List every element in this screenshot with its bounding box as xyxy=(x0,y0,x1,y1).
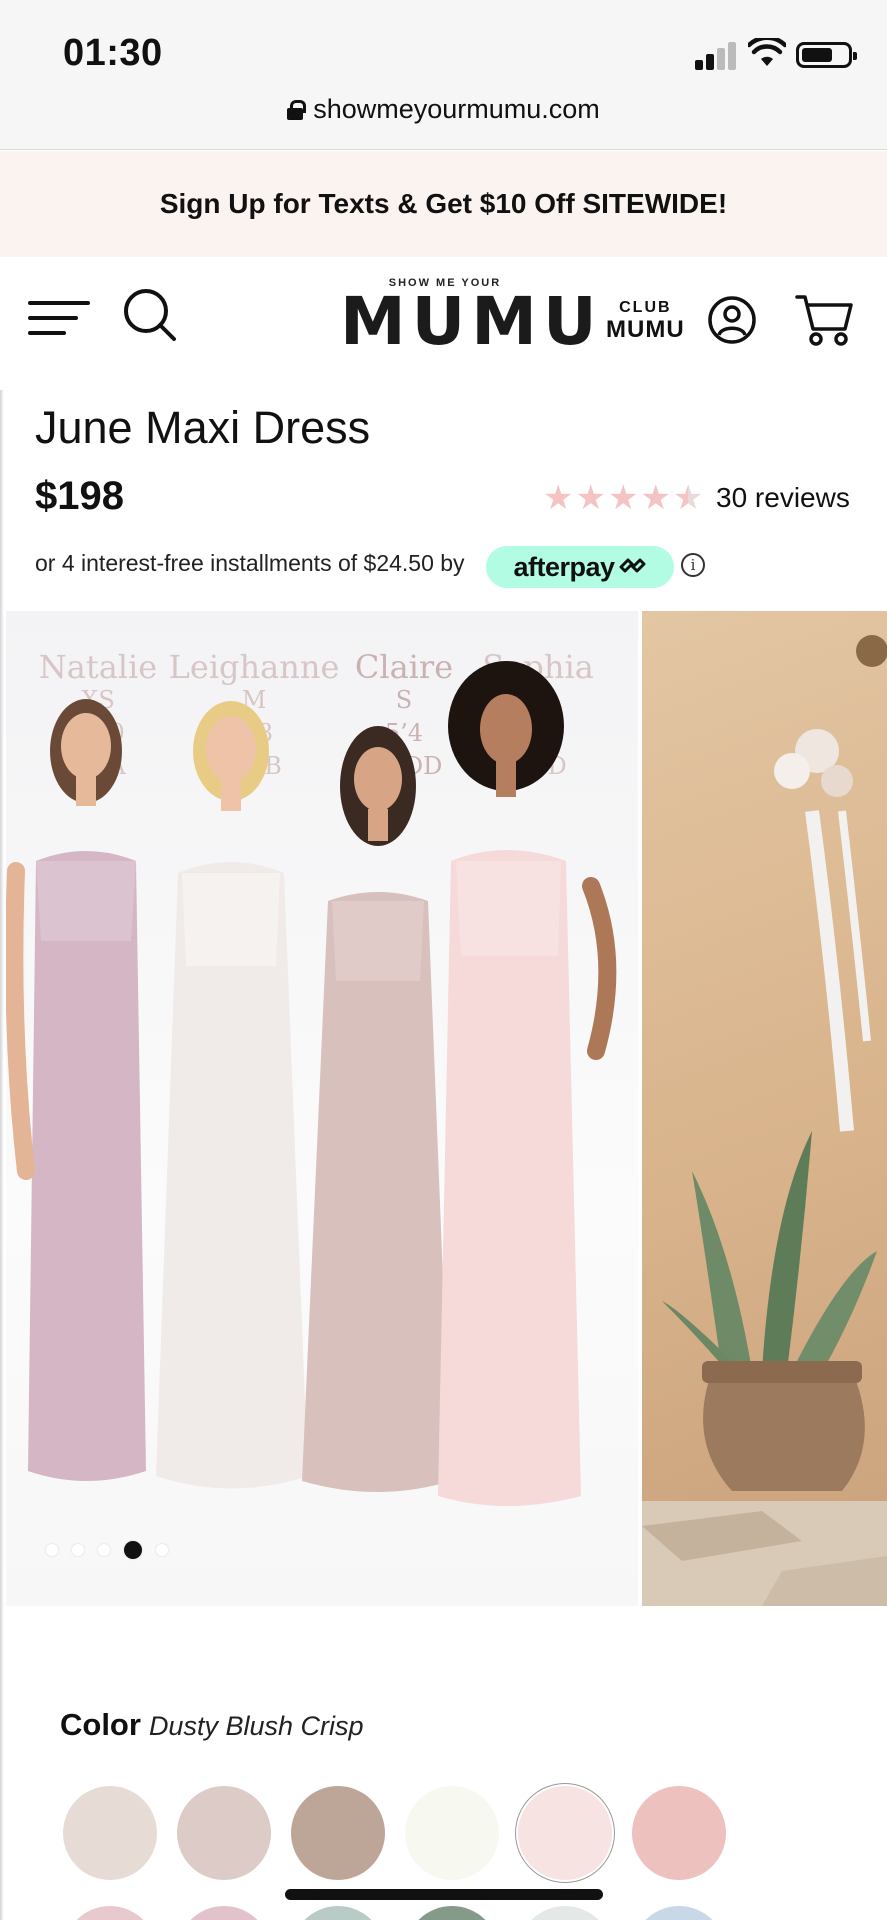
color-swatch[interactable] xyxy=(518,1906,612,1920)
color-swatch[interactable] xyxy=(63,1786,157,1880)
pagination-dot[interactable] xyxy=(98,1544,110,1556)
star-icon: ★ xyxy=(640,479,671,517)
battery-icon xyxy=(796,42,857,68)
lock-icon xyxy=(287,100,307,120)
pagination-dot[interactable] xyxy=(156,1544,168,1556)
club-mumu-link[interactable]: CLUB MUMU xyxy=(606,297,685,343)
status-bar: 01:30 showmeyourmumu.com xyxy=(0,0,887,150)
color-swatch[interactable] xyxy=(177,1786,271,1880)
star-icon: ★ xyxy=(543,479,574,517)
gallery-pagination[interactable] xyxy=(46,1541,168,1559)
site-header: SHOW ME YOUR MUMU CLUB MUMU xyxy=(0,257,887,387)
product-gallery[interactable]: Natalie XS 5’10 32 A Leighanne M 5’8 34 … xyxy=(0,611,887,1606)
rating-stars[interactable]: ★ ★ ★ ★ ★ xyxy=(543,480,703,516)
signal-icon xyxy=(695,40,736,70)
color-swatch[interactable] xyxy=(291,1906,385,1920)
color-swatch[interactable] xyxy=(405,1906,499,1920)
account-icon[interactable] xyxy=(707,295,757,345)
status-time: 01:30 xyxy=(63,32,163,74)
color-swatch[interactable] xyxy=(632,1906,726,1920)
half-star-icon: ★ xyxy=(672,479,704,517)
installments-text: or 4 interest-free installments of $24.5… xyxy=(35,550,465,576)
afterpay-logo-icon xyxy=(619,558,646,573)
wifi-icon xyxy=(748,38,786,66)
outdoor-photo xyxy=(642,635,887,1606)
address-bar[interactable]: showmeyourmumu.com xyxy=(0,94,887,125)
product-price: $198 xyxy=(35,474,124,518)
models-photo xyxy=(6,661,617,1506)
search-icon[interactable] xyxy=(122,287,178,343)
gallery-slide-active[interactable]: Natalie XS 5’10 32 A Leighanne M 5’8 34 … xyxy=(6,611,638,1606)
site-logo[interactable]: SHOW ME YOUR MUMU xyxy=(340,277,603,360)
menu-icon[interactable] xyxy=(28,295,90,341)
url-text: showmeyourmumu.com xyxy=(313,94,600,124)
afterpay-badge[interactable]: afterpay xyxy=(486,546,674,588)
color-swatch[interactable] xyxy=(405,1786,499,1880)
cart-icon[interactable] xyxy=(795,293,853,347)
star-icon: ★ xyxy=(607,479,639,517)
product-title: June Maxi Dress xyxy=(35,402,371,453)
pagination-dot[interactable] xyxy=(72,1544,84,1556)
reviews-link[interactable]: 30 reviews xyxy=(716,482,850,514)
color-swatch[interactable] xyxy=(291,1786,385,1880)
color-swatch[interactable] xyxy=(518,1786,612,1880)
promo-text: Sign Up for Texts & Get $10 Off SITEWIDE… xyxy=(159,188,728,219)
color-label: Color xyxy=(60,1707,141,1742)
color-swatch[interactable] xyxy=(632,1786,726,1880)
promo-banner[interactable]: Sign Up for Texts & Get $10 Off SITEWIDE… xyxy=(0,151,887,257)
gallery-slide-next[interactable] xyxy=(642,611,887,1606)
color-selector-header: Color Dusty Blush Crisp xyxy=(60,1707,364,1743)
home-indicator xyxy=(285,1889,603,1900)
color-swatch[interactable] xyxy=(177,1906,271,1920)
selected-color-name: Dusty Blush Crisp xyxy=(148,1711,364,1741)
star-icon: ★ xyxy=(575,479,606,517)
color-swatch[interactable] xyxy=(63,1906,157,1920)
pagination-dot-active[interactable] xyxy=(124,1541,142,1559)
info-icon[interactable]: i xyxy=(681,553,705,577)
logo-wordmark: MUMU xyxy=(340,283,603,360)
afterpay-label: afterpay xyxy=(513,551,615,582)
pagination-dot[interactable] xyxy=(46,1544,58,1556)
club-label-bottom: MUMU xyxy=(606,316,685,343)
